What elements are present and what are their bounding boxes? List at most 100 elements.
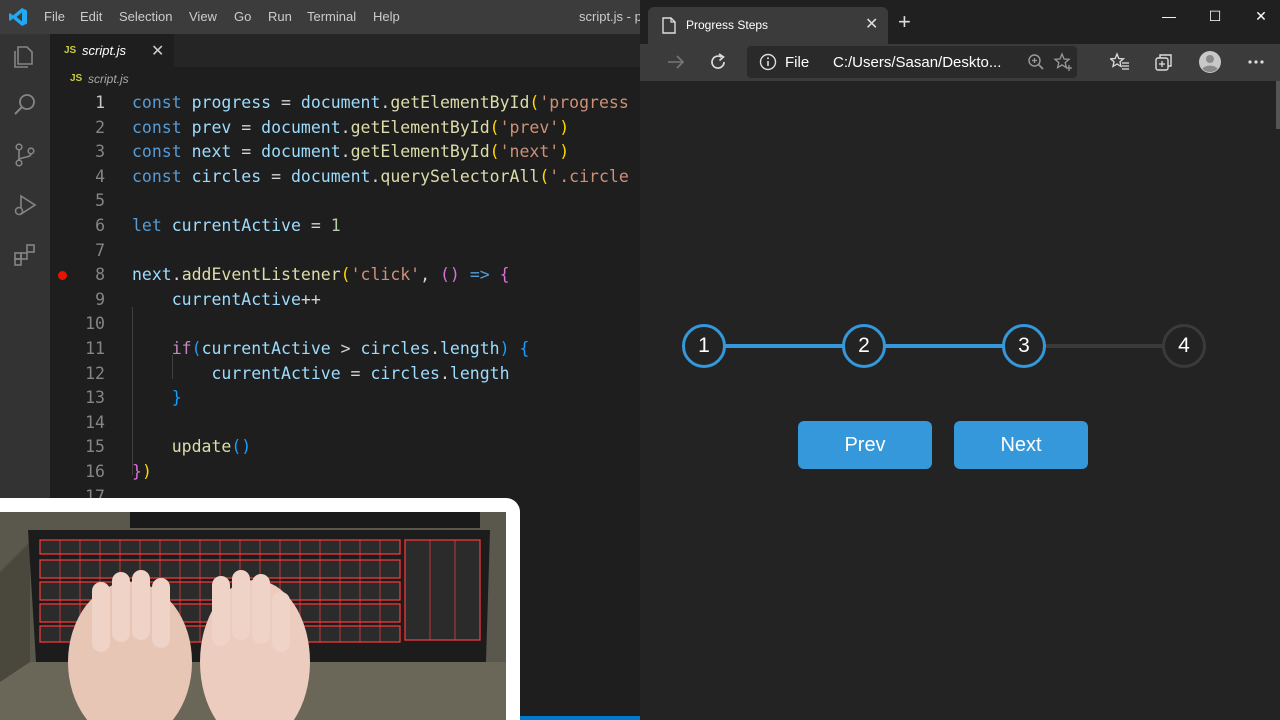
info-icon[interactable]: [759, 53, 777, 71]
browser-tab-progress-steps[interactable]: Progress Steps ✕: [648, 7, 888, 44]
progress-steps: 1 2 3 4: [682, 324, 1206, 368]
code-line-16: 16}): [50, 460, 640, 484]
code-line-9: 9 currentActive++: [50, 288, 640, 312]
url-scheme-label: File: [785, 54, 810, 71]
close-window-button[interactable]: ✕: [1246, 8, 1276, 26]
page-icon: [662, 17, 676, 34]
minimize-button[interactable]: —: [1154, 8, 1184, 26]
collections-icon[interactable]: [1154, 52, 1174, 72]
favorites-icon[interactable]: [1110, 52, 1130, 72]
run-debug-icon[interactable]: [12, 192, 38, 218]
vscode-titlebar: File Edit Selection View Go Run Terminal…: [0, 0, 640, 34]
tab-script-js[interactable]: JS script.js ✕: [50, 34, 174, 67]
line-number: 13: [85, 388, 105, 408]
code-line-14: 14: [50, 411, 640, 435]
new-tab-button[interactable]: +: [898, 11, 911, 33]
code-text: currentActive++: [171, 289, 321, 309]
tab-close-button[interactable]: ✕: [151, 41, 164, 61]
menu-file[interactable]: File: [44, 9, 65, 24]
code-line-15: 15 update(): [50, 435, 640, 459]
status-bar-edge: [520, 716, 640, 720]
step-circle-3: 3: [1002, 324, 1046, 368]
code-line-5: 5: [50, 189, 640, 213]
line-number: 16: [85, 462, 105, 481]
keyboard-hands-image: [0, 512, 506, 720]
line-number: 4: [95, 166, 105, 186]
extensions-icon[interactable]: [12, 242, 38, 268]
explorer-icon[interactable]: [12, 44, 38, 70]
webcam-video: [0, 512, 506, 720]
next-button[interactable]: Next: [954, 421, 1088, 469]
menu-run[interactable]: Run: [268, 9, 292, 24]
code-line-12: 12 currentActive = circles.length: [50, 362, 640, 386]
code-line-6: 6 let currentActive = 1: [50, 214, 640, 238]
code-line-2: 2 const prev = document.getElementById('p…: [50, 116, 640, 140]
maximize-button[interactable]: ☐: [1200, 8, 1230, 26]
code-text: update(): [171, 437, 252, 457]
code-line-1: 1 const progress = document.getElementByI…: [50, 91, 640, 115]
zoom-icon[interactable]: [1027, 53, 1045, 71]
menu-selection[interactable]: Selection: [119, 9, 172, 24]
js-file-icon: JS: [64, 45, 77, 56]
line-number: 14: [85, 412, 105, 432]
menu-go[interactable]: Go: [234, 9, 251, 24]
line-number: 10: [85, 314, 105, 334]
page-viewport: 1 2 3 4 Prev Next: [640, 81, 1280, 720]
step-circle-1: 1: [682, 324, 726, 368]
browser-tab-title: Progress Steps: [686, 18, 769, 32]
code-text: let currentActive = 1: [132, 216, 341, 235]
breadcrumb-item[interactable]: script.js: [88, 72, 129, 86]
scrollbar[interactable]: [1276, 81, 1280, 129]
line-number: 12: [85, 363, 105, 383]
menu-terminal[interactable]: Terminal: [307, 9, 356, 24]
code-line-4: 4 const circles = document.querySelectorA…: [50, 165, 640, 189]
line-number: 2: [95, 117, 105, 137]
line-number: 1: [95, 93, 105, 112]
tab-label: script.js: [82, 43, 127, 58]
address-bar[interactable]: File C:/Users/Sasan/Deskto...: [747, 46, 1077, 78]
line-number: 8: [95, 265, 105, 285]
more-icon[interactable]: [1246, 52, 1266, 72]
prev-button[interactable]: Prev: [798, 421, 932, 469]
code-text: const prev = document.getElementById('pr…: [132, 117, 570, 137]
code-text: const next = document.getElementById('ne…: [132, 142, 570, 162]
browser-tab-close-button[interactable]: ✕: [865, 14, 878, 34]
menu-help[interactable]: Help: [373, 9, 400, 24]
step-circle-4: 4: [1162, 324, 1206, 368]
code-text: if(currentActive > circles.length) {: [171, 339, 530, 358]
code-line-8: 8 next.addEventListener('click', () => {: [50, 263, 640, 287]
tab-bar: JS script.js ✕: [50, 34, 640, 67]
favorite-add-icon[interactable]: [1053, 52, 1073, 72]
vscode-logo-icon: [9, 8, 27, 26]
menu-edit[interactable]: Edit: [80, 9, 102, 24]
menu-view[interactable]: View: [189, 9, 217, 24]
code-line-13: 13 }: [50, 386, 640, 410]
browser-toolbar: File C:/Users/Sasan/Deskto...: [640, 44, 1280, 81]
line-number: 5: [95, 191, 105, 211]
breadcrumb: JS script.js: [50, 67, 640, 89]
code-line-3: 3 const next = document.getElementById('n…: [50, 140, 640, 164]
code-text: currentActive = circles.length: [211, 363, 510, 383]
line-number: 6: [95, 216, 105, 235]
line-number: 9: [95, 289, 105, 309]
code-text: }): [132, 462, 152, 481]
window-title: script.js - p: [579, 9, 640, 24]
code-line-10: 10: [50, 312, 640, 336]
js-file-icon: JS: [70, 73, 83, 84]
forward-icon[interactable]: [666, 52, 686, 72]
code-text: next.addEventListener('click', () => {: [132, 265, 510, 285]
profile-icon[interactable]: [1198, 50, 1222, 74]
source-control-icon[interactable]: [12, 142, 38, 168]
code-text: const circles = document.querySelectorAl…: [132, 166, 629, 186]
code-text: const progress = document.getElementById…: [132, 93, 629, 112]
code-text: }: [171, 388, 182, 408]
refresh-icon[interactable]: [708, 52, 728, 72]
vscode-window: File Edit Selection View Go Run Terminal…: [0, 0, 640, 720]
line-number: 11: [85, 339, 105, 358]
line-number: 3: [95, 142, 105, 162]
webcam-overlay: [0, 498, 520, 720]
code-line-11: 11 if(currentActive > circles.length) {: [50, 337, 640, 361]
url-text[interactable]: C:/Users/Sasan/Deskto...: [833, 54, 1001, 71]
line-number: 15: [85, 437, 105, 457]
search-icon[interactable]: [12, 92, 38, 118]
